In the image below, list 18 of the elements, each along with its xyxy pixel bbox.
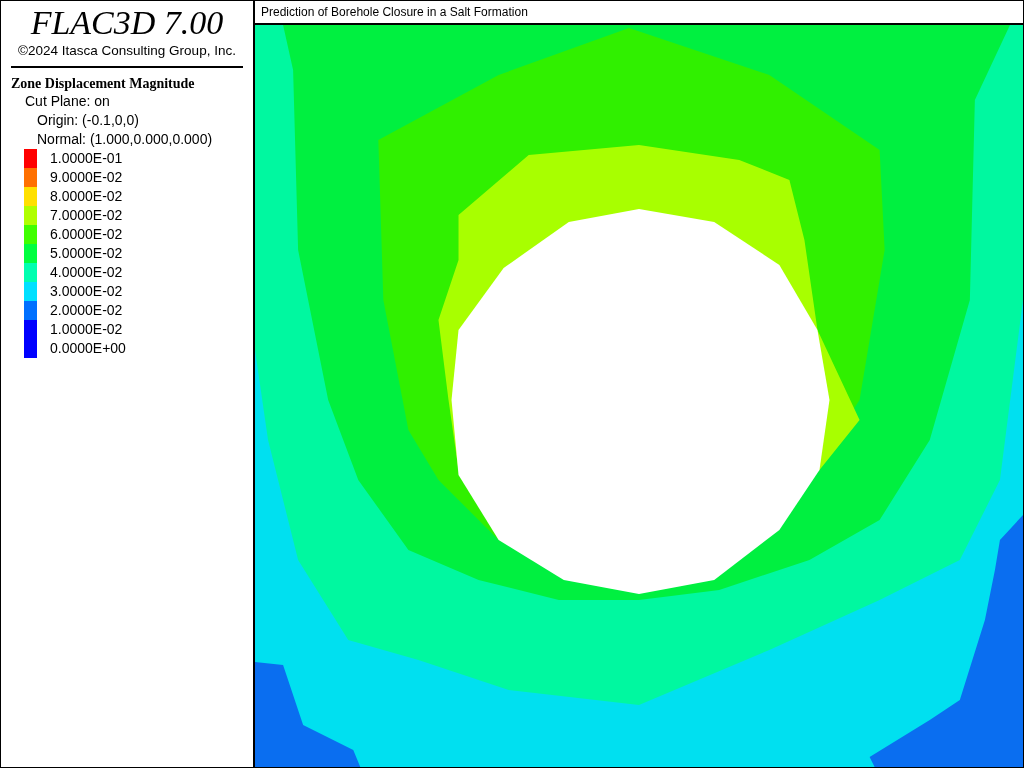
legend-value: 0.0000E+00 — [50, 339, 126, 358]
legend-value: 6.0000E-02 — [50, 225, 123, 244]
legend-value: 3.0000E-02 — [50, 282, 123, 301]
legend-info-text: Cut Plane: on — [25, 92, 110, 111]
legend-value: 2.0000E-02 — [50, 301, 123, 320]
legend-value: 7.0000E-02 — [50, 206, 123, 225]
legend-value: 4.0000E-02 — [50, 263, 123, 282]
legend-value: 1.0000E-02 — [50, 320, 123, 339]
legend-info-text: Origin: (-0.1,0,0) — [37, 111, 139, 130]
legend-value: 8.0000E-02 — [50, 187, 123, 206]
legend-value: 1.0000E-01 — [50, 149, 123, 168]
copyright-text: ©2024 Itasca Consulting Group, Inc. — [18, 43, 236, 58]
plot-title: Prediction of Borehole Closure in a Salt Formation — [261, 5, 528, 19]
legend-value: 9.0000E-02 — [50, 168, 123, 187]
legend-value: 5.0000E-02 — [50, 244, 123, 263]
legend-info-text: Normal: (1.000,0.000,0.000) — [37, 130, 213, 149]
product-title: FLAC3D 7.00 — [30, 5, 224, 41]
legend-title: Zone Displacement Magnitude — [11, 76, 195, 92]
